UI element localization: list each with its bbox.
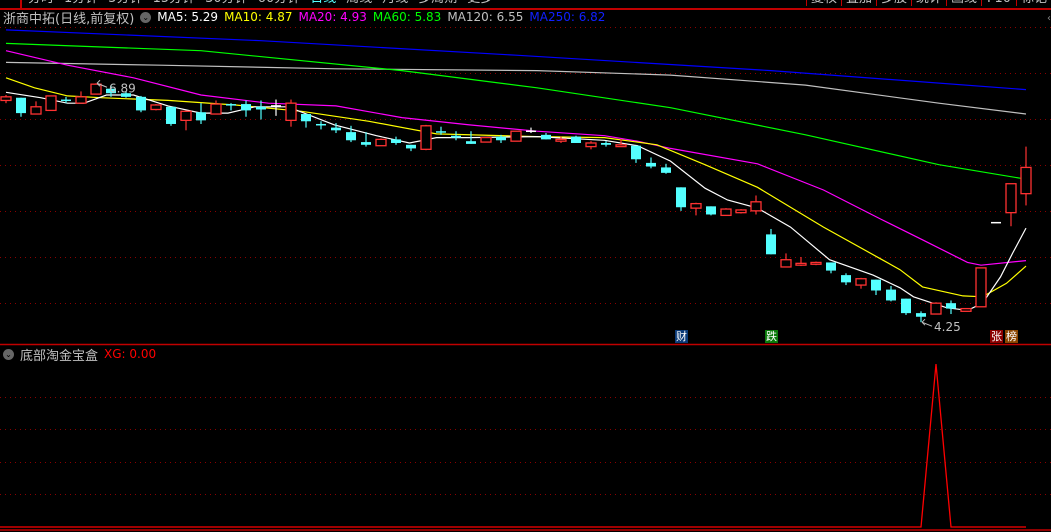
- candle-body: [346, 132, 356, 141]
- candle-body: [271, 105, 281, 107]
- candle-body: [166, 106, 176, 124]
- ma20-value: MA20: 4.93: [298, 10, 367, 24]
- candle-body: [510, 130, 522, 142]
- ma20-line: [5, 50, 1027, 266]
- candle-body: [375, 138, 387, 147]
- candle-body: [975, 267, 987, 308]
- annotation-arrow-icon: [921, 318, 933, 327]
- ma10-value: MA10: 4.87: [224, 10, 293, 24]
- candle-body: [720, 208, 732, 217]
- ma120-value: MA120: 6.55: [447, 10, 524, 24]
- candle-body: [256, 106, 266, 110]
- event-badge[interactable]: 张: [990, 330, 1003, 343]
- candle-body: [61, 99, 71, 102]
- ma5-value: MA5: 5.29: [157, 10, 219, 24]
- candle-body: [735, 209, 747, 214]
- ma5-line: [5, 91, 1027, 312]
- candle-body: [1020, 166, 1032, 195]
- candle-body: [541, 134, 551, 140]
- candle-body: [136, 96, 146, 111]
- candle-body: [690, 202, 702, 209]
- candle-body: [316, 123, 326, 126]
- candle-body: [585, 142, 597, 148]
- candle-body: [75, 96, 87, 104]
- candle-body: [150, 104, 162, 111]
- main-legend: 浙商中拓(日线,前复权) ⌄ MA5: 5.29 MA10: 4.87 MA20…: [3, 9, 611, 27]
- candle-body: [391, 139, 401, 143]
- ma250-value: MA250: 6.82: [529, 10, 606, 24]
- candle-body: [615, 144, 627, 148]
- candle-body: [496, 136, 506, 141]
- candle-body: [930, 302, 942, 315]
- candle-body: [1005, 183, 1017, 214]
- price-annotation: 6.89: [109, 81, 136, 95]
- candle-body: [871, 279, 881, 291]
- candle-body: [16, 97, 26, 114]
- candle-body: [196, 112, 206, 121]
- xg-indicator-line: [0, 363, 1026, 528]
- candle-body: [855, 278, 867, 286]
- event-badge[interactable]: 跌: [765, 330, 778, 343]
- candle-body: [226, 104, 236, 106]
- ma60-line: [5, 42, 1027, 180]
- candle-body: [991, 221, 1001, 224]
- candle-body: [795, 262, 807, 266]
- stock-title: 浙商中拓(日线,前复权): [3, 11, 135, 27]
- ma10-line: [5, 77, 1027, 298]
- indicator-legend: ⌄ 底部淘金宝盒 XG: 0.00: [3, 346, 162, 364]
- kline-chart[interactable]: 6.89 4.25: [0, 0, 1051, 532]
- candle-body: [451, 135, 461, 138]
- ma250-line: [5, 29, 1027, 91]
- candle-body: [750, 201, 762, 212]
- candle-body: [810, 261, 822, 265]
- indicator-title: 底部淘金宝盒: [20, 348, 99, 364]
- ma60-value: MA60: 5.83: [372, 10, 442, 24]
- candle-body: [780, 259, 792, 268]
- candle-body: [466, 141, 476, 144]
- candle-body: [676, 187, 686, 208]
- price-annotation: 4.25: [934, 320, 961, 334]
- candle-body: [826, 262, 836, 271]
- candle-body: [361, 142, 371, 145]
- event-badge[interactable]: 财: [675, 330, 688, 343]
- candle-body: [210, 103, 222, 115]
- candle-body: [901, 298, 911, 314]
- candle-body: [841, 275, 851, 283]
- candle-body: [331, 127, 341, 131]
- candle-body: [886, 289, 896, 301]
- candle-body: [45, 95, 57, 112]
- chevron-down-icon[interactable]: ⌄: [3, 348, 14, 360]
- candle-body: [706, 206, 716, 215]
- candle-body: [0, 96, 12, 102]
- chevron-down-icon[interactable]: ⌄: [140, 11, 152, 23]
- candle-body: [601, 142, 611, 145]
- candle-body: [960, 307, 972, 312]
- candle-body: [646, 162, 656, 167]
- candle-body: [301, 114, 311, 122]
- candle-body: [406, 144, 416, 149]
- candle-body: [766, 234, 776, 255]
- candle-body: [480, 136, 492, 143]
- candle-body: [916, 313, 926, 317]
- candle-body: [436, 131, 446, 133]
- candle-body: [180, 110, 192, 122]
- candle-body: [946, 303, 956, 309]
- event-badge[interactable]: 榜: [1005, 330, 1018, 343]
- candle-body: [631, 145, 641, 160]
- candle-body: [526, 130, 536, 133]
- candle-body: [661, 167, 671, 173]
- candle-body: [241, 104, 251, 111]
- candle-body: [555, 138, 567, 142]
- indicator-value: XG: 0.00: [104, 347, 157, 361]
- candle-body: [30, 106, 42, 115]
- candle-body: [571, 136, 581, 143]
- candle-body: [420, 125, 432, 150]
- candle-body: [285, 102, 297, 122]
